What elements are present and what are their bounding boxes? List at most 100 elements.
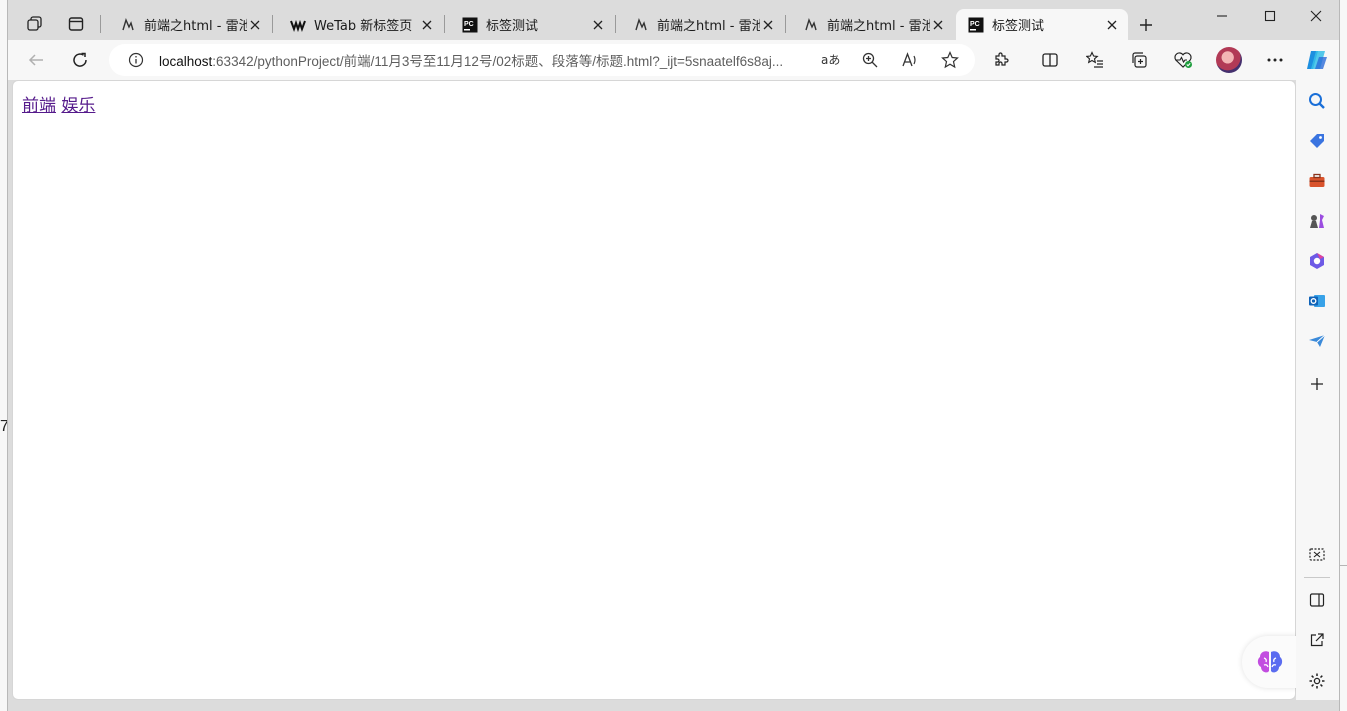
arrow-left-icon	[28, 54, 43, 66]
browser-window: 前端之html - 雷池码 WeTab 新标签页 PC 标签测试 前端之html…	[7, 0, 1340, 711]
read-aloud-icon	[902, 52, 916, 67]
close-window-button[interactable]	[1293, 0, 1339, 32]
sidebar-panel-icon	[1309, 593, 1325, 607]
translate-icon: aあ	[821, 53, 840, 67]
split-screen-icon	[1042, 53, 1058, 67]
sidebar-outlook-button[interactable]	[1304, 288, 1330, 314]
browser-essentials-button[interactable]	[1168, 46, 1198, 74]
refresh-button[interactable]	[65, 46, 95, 74]
info-icon[interactable]	[123, 52, 149, 68]
edge-sidebar	[1296, 80, 1339, 700]
zoom-button[interactable]	[856, 46, 884, 74]
refresh-icon	[73, 52, 87, 67]
close-icon[interactable]	[590, 17, 606, 33]
sidebar-drop-button[interactable]	[1304, 328, 1330, 354]
translate-button[interactable]: aあ	[816, 46, 844, 74]
plus-icon	[1140, 19, 1152, 31]
url-text[interactable]: localhost:63342/pythonProject/前端/11月3号至1…	[159, 50, 809, 70]
back-button[interactable]	[21, 46, 51, 74]
tab-title: 标签测试	[486, 19, 539, 34]
gear-icon	[1309, 673, 1325, 689]
tab-strip: 前端之html - 雷池码 WeTab 新标签页 PC 标签测试 前端之html…	[8, 0, 1339, 44]
sidebar-games-button[interactable]	[1304, 208, 1330, 234]
tab-title: 前端之html - 雷池码	[144, 19, 247, 34]
favorites-button[interactable]	[1080, 46, 1110, 74]
link-frontend[interactable]: 前端	[22, 96, 56, 116]
pycharm-logo-icon: PC	[462, 17, 478, 33]
tab-5-active[interactable]: PC 标签测试	[956, 9, 1128, 40]
plus-icon	[1311, 378, 1323, 390]
svg-text:PC: PC	[970, 21, 980, 28]
workspaces-icon	[27, 16, 42, 31]
more-horizontal-icon	[1267, 58, 1283, 62]
mountain-logo-icon	[803, 17, 819, 33]
background-divider	[1340, 565, 1347, 566]
minimize-button[interactable]	[1199, 0, 1245, 32]
brain-icon	[1257, 651, 1283, 673]
workspaces-button[interactable]	[21, 11, 49, 37]
tab-3[interactable]: 前端之html - 雷池码	[621, 9, 784, 40]
close-icon[interactable]	[930, 17, 946, 33]
collections-icon	[1132, 52, 1147, 68]
extensions-button[interactable]	[986, 46, 1016, 74]
page-viewport: 前端 娱乐	[12, 80, 1296, 700]
tab-actions-icon	[68, 17, 84, 31]
sidebar-tools-button[interactable]	[1304, 168, 1330, 194]
search-icon	[1309, 93, 1325, 109]
link-entertainment[interactable]: 娱乐	[61, 96, 95, 116]
close-icon[interactable]	[247, 17, 263, 33]
outlook-icon	[1309, 295, 1325, 307]
favorite-button[interactable]	[936, 46, 964, 74]
read-aloud-button[interactable]	[896, 46, 924, 74]
star-icon	[941, 51, 959, 69]
pycharm-logo-icon: PC	[968, 17, 984, 33]
sidebar-hide-button[interactable]	[1304, 587, 1330, 613]
profile-avatar[interactable]	[1216, 47, 1242, 73]
collections-button[interactable]	[1124, 46, 1154, 74]
ai-assistant-floating-button[interactable]	[1242, 636, 1298, 688]
sidebar-add-button[interactable]	[1304, 371, 1330, 397]
svg-text:aあ: aあ	[821, 53, 840, 67]
split-screen-button[interactable]	[1035, 46, 1065, 74]
tab-4[interactable]: 前端之html - 雷池码	[791, 9, 954, 40]
tab-0[interactable]: 前端之html - 雷池码	[108, 9, 271, 40]
heart-pulse-icon	[1174, 52, 1192, 68]
favorites-list-icon	[1086, 51, 1103, 68]
copilot-button[interactable]	[1302, 46, 1332, 74]
url-host: localhost	[159, 54, 213, 69]
close-icon[interactable]	[419, 17, 435, 33]
tab-2[interactable]: PC 标签测试	[450, 9, 614, 40]
mountain-logo-icon	[633, 17, 649, 33]
sidebar-screenshot-button[interactable]	[1304, 542, 1330, 568]
settings-more-button[interactable]	[1260, 46, 1290, 74]
minimize-icon	[1217, 15, 1227, 17]
url-path: :63342/pythonProject/前端/11月3号至11月12号/02标…	[212, 54, 784, 69]
close-icon[interactable]	[760, 17, 776, 33]
sidebar-m365-button[interactable]	[1304, 248, 1330, 274]
sidebar-shopping-button[interactable]	[1304, 128, 1330, 154]
screenshot-icon	[1309, 548, 1325, 561]
sidebar-settings-button[interactable]	[1304, 668, 1330, 694]
send-plane-icon	[1309, 334, 1326, 347]
tag-icon	[1310, 134, 1324, 148]
zoom-in-icon	[862, 52, 878, 68]
page-links: 前端 娱乐	[22, 91, 95, 116]
sidebar-open-external-button[interactable]	[1304, 627, 1330, 653]
wetab-logo-icon	[290, 17, 306, 33]
sidebar-search-button[interactable]	[1304, 88, 1330, 114]
puzzle-icon	[995, 52, 1009, 66]
tab-title: WeTab 新标签页	[314, 19, 413, 34]
tab-actions-button[interactable]	[62, 11, 90, 37]
address-bar[interactable]: localhost:63342/pythonProject/前端/11月3号至1…	[109, 44, 975, 76]
maximize-icon	[1264, 10, 1276, 22]
maximize-button[interactable]	[1247, 0, 1293, 32]
microsoft365-icon	[1310, 253, 1324, 269]
mountain-logo-icon	[120, 17, 136, 33]
svg-text:PC: PC	[464, 21, 474, 28]
tab-title: 前端之html - 雷池码	[827, 19, 930, 34]
new-tab-button[interactable]	[1132, 12, 1160, 38]
close-icon[interactable]	[1104, 17, 1120, 33]
toolbar: localhost:63342/pythonProject/前端/11月3号至1…	[8, 40, 1339, 80]
tab-1[interactable]: WeTab 新标签页	[278, 9, 443, 40]
tab-title: 标签测试	[992, 19, 1045, 34]
